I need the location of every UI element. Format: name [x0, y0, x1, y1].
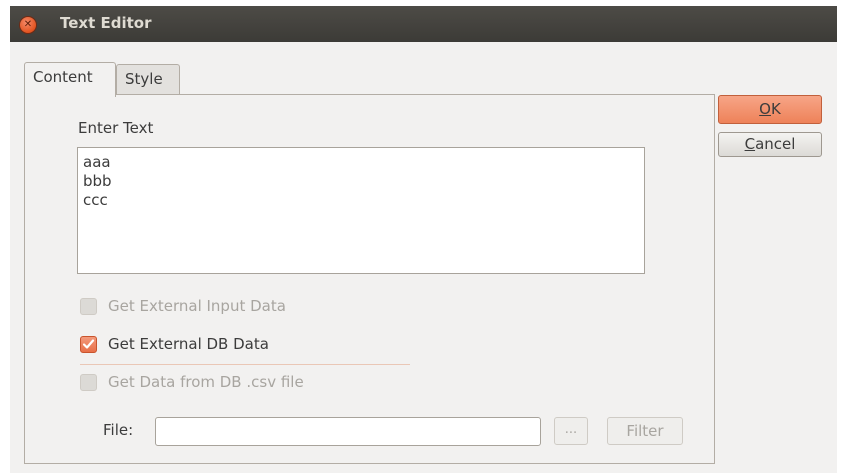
window-title: Text Editor: [60, 14, 152, 32]
enter-text-label: Enter Text: [78, 119, 154, 137]
checkbox-external-db[interactable]: [80, 336, 97, 353]
filter-button[interactable]: Filter: [607, 417, 683, 445]
close-icon[interactable]: ✕: [20, 17, 36, 33]
ok-button[interactable]: OK: [718, 95, 822, 124]
ok-mnemonic: O: [759, 100, 771, 118]
file-label: File:: [103, 421, 134, 439]
checkbox-external-input-label: Get External Input Data: [108, 297, 286, 315]
title-bar: ✕ Text Editor: [10, 6, 837, 42]
browse-button[interactable]: ...: [554, 417, 588, 445]
tab-style-label: Style: [125, 70, 163, 88]
tab-content-label: Content: [33, 68, 93, 86]
file-path-input[interactable]: [155, 417, 541, 446]
ok-label-rest: K: [770, 100, 781, 118]
tab-style[interactable]: Style: [116, 64, 180, 95]
checkbox-external-db-label: Get External DB Data: [108, 335, 269, 353]
cancel-button[interactable]: Cancel: [718, 132, 822, 157]
checkbox-db-csv[interactable]: [80, 374, 97, 391]
tab-content[interactable]: Content: [24, 62, 116, 97]
cancel-label-rest: ancel: [755, 135, 796, 153]
cancel-mnemonic: C: [744, 135, 756, 153]
text-input-area[interactable]: aaa bbb ccc: [77, 147, 645, 274]
divider: [80, 364, 410, 365]
checkbox-db-csv-label: Get Data from DB .csv file: [108, 373, 304, 391]
checkbox-external-input[interactable]: [80, 298, 97, 315]
checkmark-icon: [82, 339, 95, 349]
